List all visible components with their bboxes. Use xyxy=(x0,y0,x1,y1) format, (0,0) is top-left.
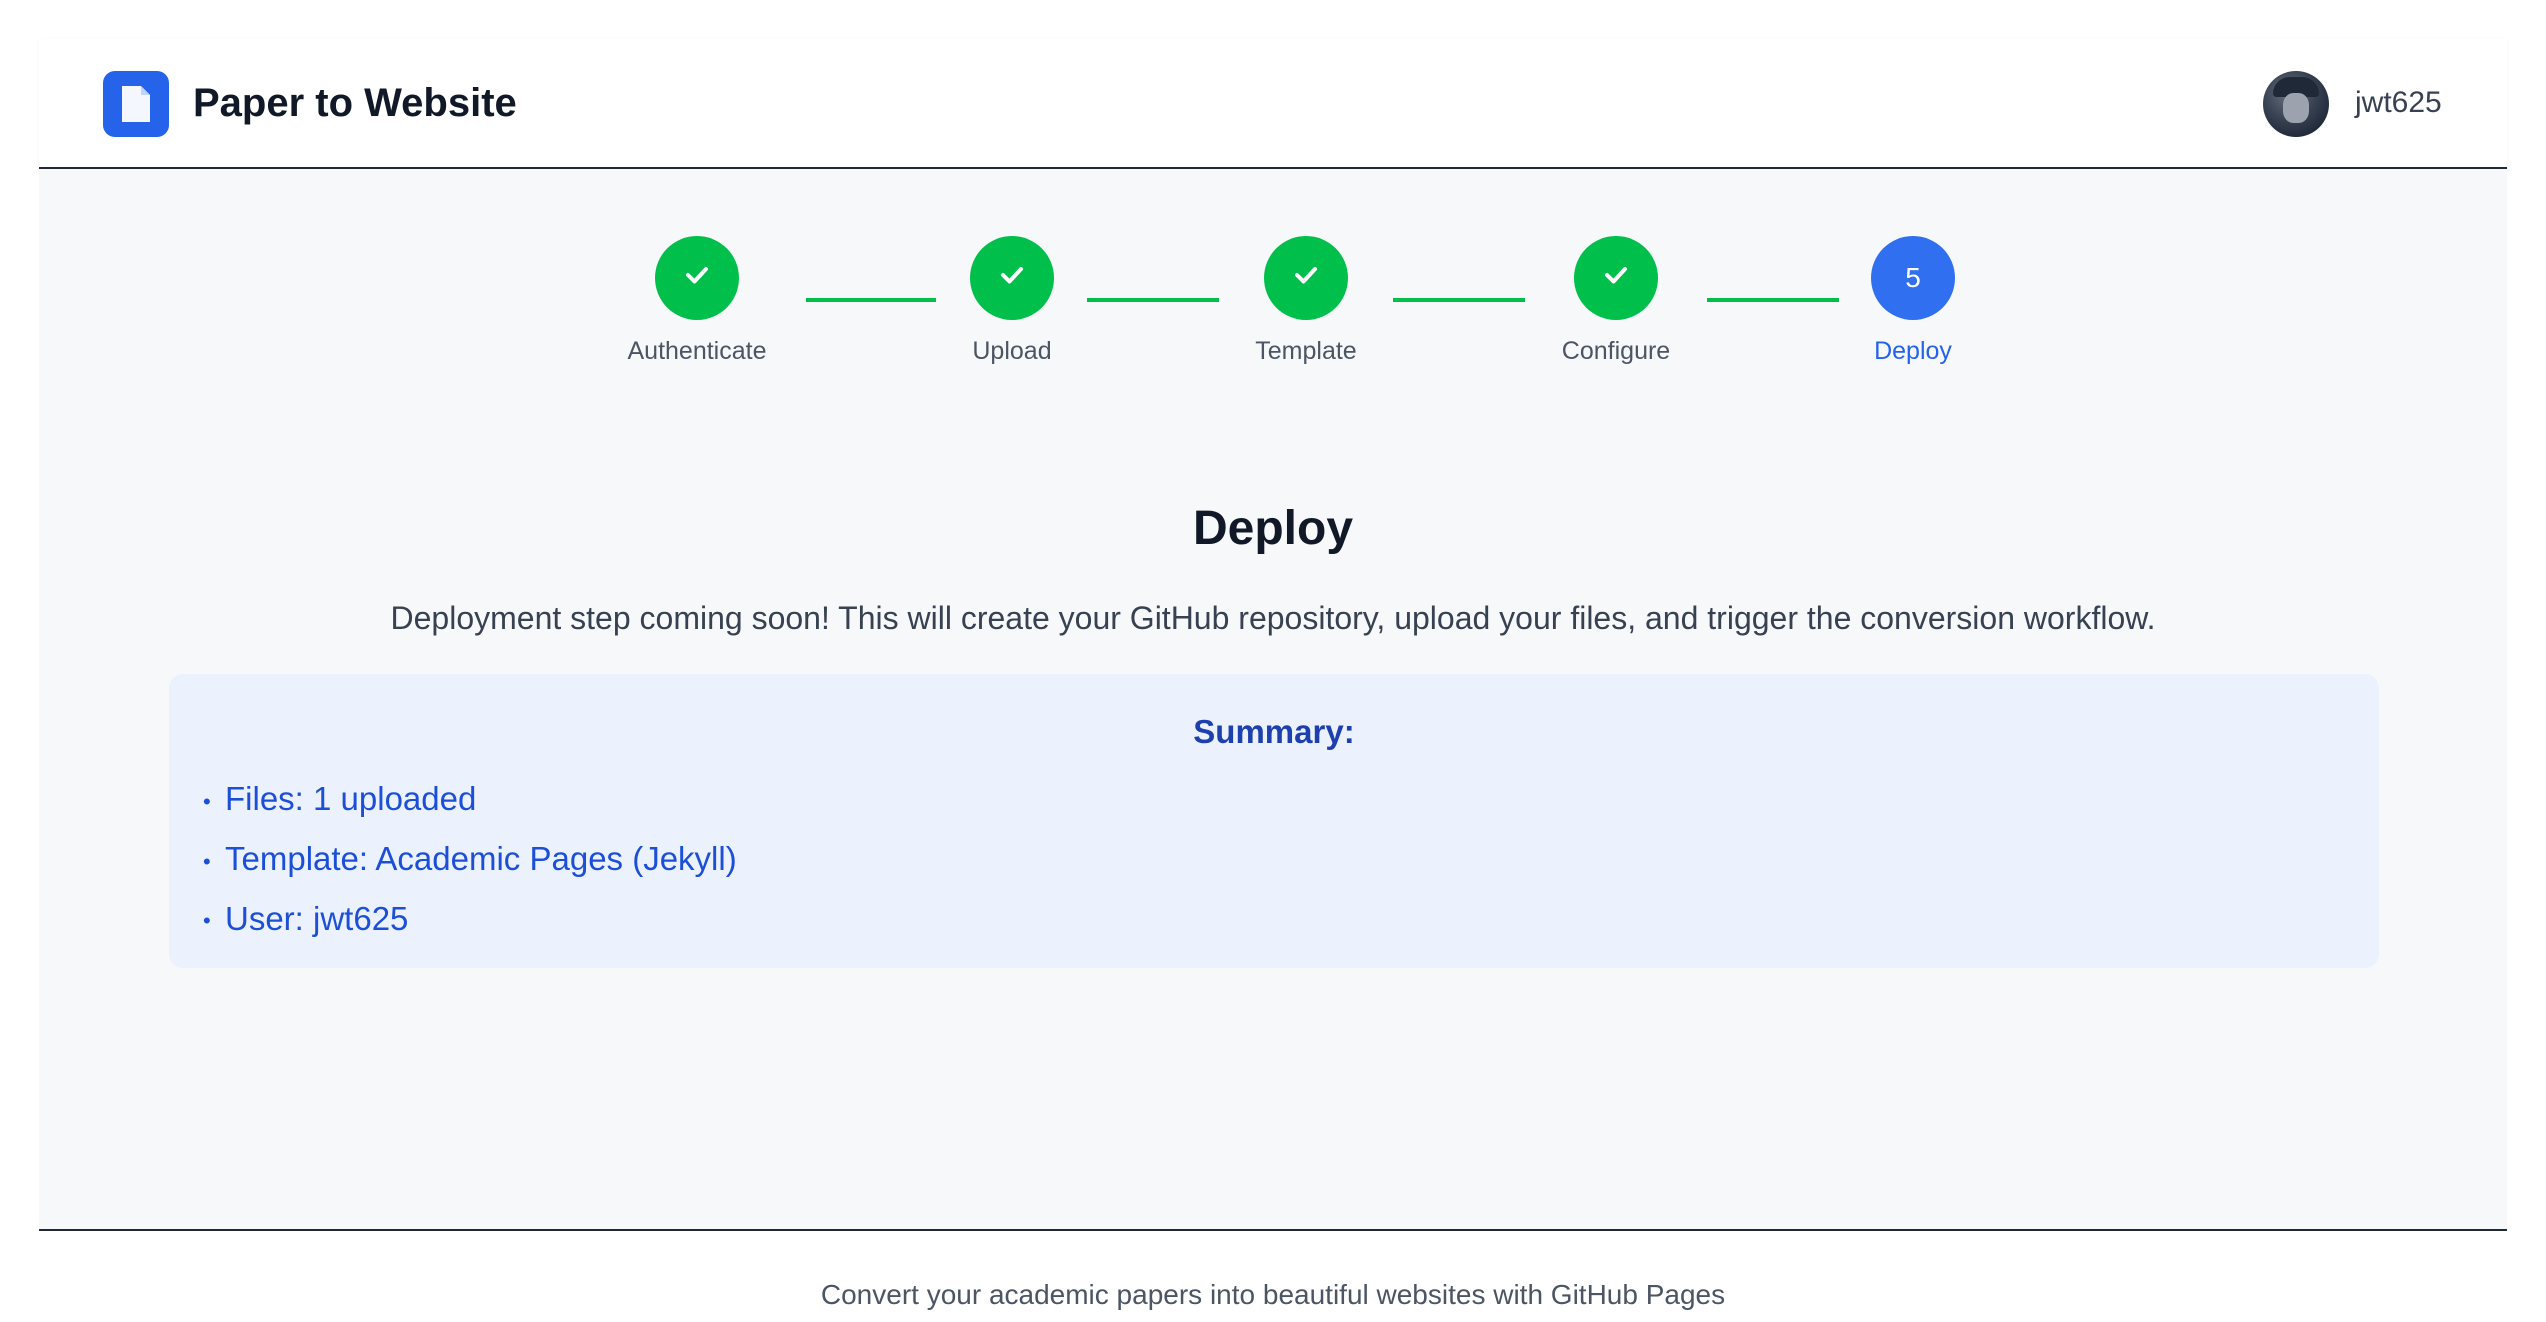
deploy-description: Deployment step coming soon! This will c… xyxy=(390,600,2156,636)
step-label-authenticate: Authenticate xyxy=(627,337,767,365)
summary-list: • Files: 1 uploaded • Template: Academic P… xyxy=(203,770,737,949)
check-icon xyxy=(681,259,713,298)
bullet-icon: • xyxy=(203,788,211,814)
step-configure[interactable] xyxy=(1574,236,1658,320)
summary-template: Template: Academic Pages (Jekyll) xyxy=(225,839,737,877)
step-label-upload: Upload xyxy=(972,337,1052,365)
document-icon[interactable] xyxy=(103,71,169,137)
app-header: Paper to Website jwt625 xyxy=(39,39,2507,169)
step-connector-1 xyxy=(806,298,936,302)
bullet-icon: • xyxy=(203,908,211,934)
step-label-configure: Configure xyxy=(1561,337,1671,365)
username[interactable]: jwt625 xyxy=(2355,83,2442,123)
check-icon xyxy=(1290,259,1322,298)
app-title[interactable]: Paper to Website xyxy=(193,77,517,129)
step-connector-4 xyxy=(1707,298,1839,302)
step-number: 5 xyxy=(1905,262,1921,293)
avatar-face-shape xyxy=(2283,93,2309,123)
step-label-deploy: Deploy xyxy=(1874,337,1952,365)
step-connector-3 xyxy=(1393,298,1525,302)
avatar[interactable] xyxy=(2263,71,2329,137)
list-item: • Files: 1 uploaded xyxy=(203,770,737,830)
step-upload[interactable] xyxy=(970,236,1054,320)
step-label-template: Template xyxy=(1255,337,1357,365)
step-connector-2 xyxy=(1087,298,1219,302)
summary-user: User: jwt625 xyxy=(225,899,409,937)
list-item: • User: jwt625 xyxy=(203,890,737,950)
summary-title: Summary: xyxy=(1193,713,1355,750)
footer-text: Convert your academic papers into beauti… xyxy=(820,1279,1726,1310)
list-item: • Template: Academic Pages (Jekyll) xyxy=(203,830,737,890)
bullet-icon: • xyxy=(203,848,211,874)
page-title: Deploy xyxy=(1192,502,1354,555)
step-authenticate[interactable] xyxy=(655,236,739,320)
step-template[interactable] xyxy=(1264,236,1348,320)
summary-files: Files: 1 uploaded xyxy=(225,780,477,817)
check-icon xyxy=(1600,259,1632,298)
check-icon xyxy=(996,259,1028,298)
step-deploy[interactable]: 5 xyxy=(1871,236,1955,320)
summary-panel: Summary: • Files: 1 uploaded • Template: A… xyxy=(169,674,2379,968)
